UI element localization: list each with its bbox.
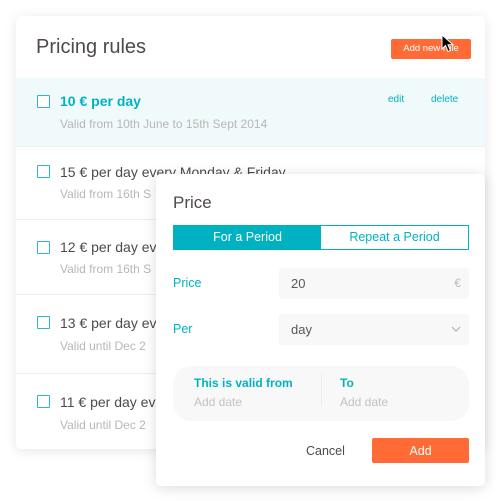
rule-title: 11 € per day ev: [60, 394, 156, 410]
tab-for-a-period[interactable]: For a Period: [174, 226, 321, 249]
page-title: Pricing rules: [36, 36, 147, 58]
date-range: This is valid from Add date To Add date: [173, 366, 469, 421]
rule-subtitle: Valid until Dec 2: [60, 339, 146, 353]
euro-icon: €: [454, 276, 461, 290]
period-tabs: For a Period Repeat a Period: [173, 225, 469, 250]
rule-subtitle: Valid from 10th June to 15th Sept 2014: [60, 117, 268, 131]
valid-from-label: This is valid from: [194, 376, 293, 390]
rule-subtitle: Valid until Dec 2: [60, 418, 146, 432]
chevron-down-icon: [451, 326, 461, 332]
valid-to-label: To: [340, 376, 354, 390]
rule-title: 10 € per day: [60, 93, 141, 109]
rule-title: 12 € per day ev: [60, 239, 157, 255]
per-label: Per: [173, 322, 193, 336]
rule-checkbox[interactable]: [37, 316, 50, 329]
price-value: 20: [291, 276, 306, 291]
edit-link[interactable]: edit: [388, 94, 404, 105]
price-input[interactable]: 20 €: [279, 268, 469, 299]
rule-checkbox[interactable]: [37, 241, 50, 254]
delete-link[interactable]: delete: [431, 94, 458, 105]
price-dialog: Price For a Period Repeat a Period Price…: [156, 174, 485, 486]
rule-checkbox[interactable]: [37, 395, 50, 408]
valid-to-input[interactable]: Add date: [340, 395, 388, 409]
mouse-cursor-icon: [441, 34, 455, 53]
rule-row[interactable]: 10 € per day Valid from 10th June to 15t…: [16, 78, 485, 146]
divider: [321, 374, 322, 406]
tab-repeat-a-period[interactable]: Repeat a Period: [321, 226, 468, 249]
price-label: Price: [173, 276, 202, 290]
rule-checkbox[interactable]: [37, 95, 50, 108]
per-select[interactable]: day: [279, 314, 469, 345]
rule-title: 13 € per day ev: [60, 315, 157, 331]
per-value: day: [291, 322, 312, 337]
add-button[interactable]: Add: [372, 438, 469, 463]
rule-checkbox[interactable]: [37, 165, 50, 178]
cancel-button[interactable]: Cancel: [306, 444, 345, 458]
dialog-title: Price: [173, 193, 212, 212]
valid-from-input[interactable]: Add date: [194, 395, 242, 409]
rule-subtitle: Valid from 16th S: [60, 262, 152, 276]
rule-subtitle: Valid from 16th S: [60, 187, 152, 201]
add-new-rule-button[interactable]: Add new rule: [391, 39, 471, 59]
